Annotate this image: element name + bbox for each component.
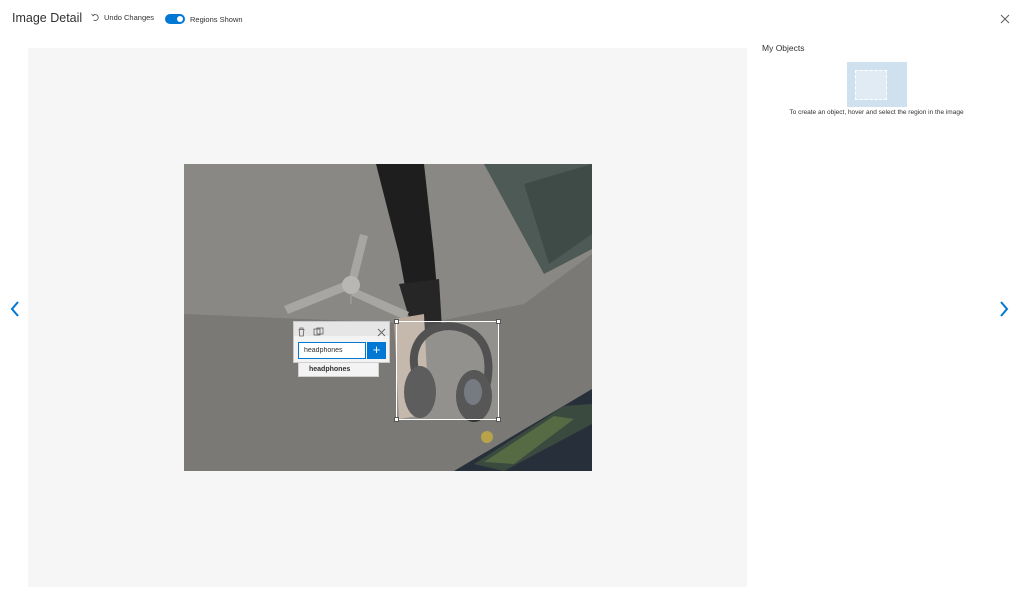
photo-scene	[184, 164, 592, 471]
close-icon[interactable]	[377, 324, 386, 342]
chevron-left-icon	[10, 301, 19, 317]
region-tag-panel: +	[293, 321, 390, 363]
close-button[interactable]	[1000, 11, 1010, 29]
object-placeholder-illustration	[847, 62, 907, 107]
resize-handle-bottom-right[interactable]	[496, 417, 501, 422]
close-icon	[1000, 14, 1010, 24]
region-bounding-box[interactable]	[394, 319, 501, 422]
undo-label: Undo Changes	[104, 13, 155, 22]
header-bar: Image Detail Undo Changes Regions Shown	[0, 0, 1019, 40]
previous-image-button[interactable]	[9, 300, 21, 323]
tag-suggestion-item[interactable]: headphones	[298, 362, 379, 377]
next-image-button[interactable]	[998, 300, 1010, 323]
add-tag-button[interactable]: +	[367, 342, 386, 359]
tag-panel-toolbar	[294, 322, 389, 337]
undo-changes-button[interactable]: Undo Changes	[91, 13, 154, 22]
resize-handle-top-right[interactable]	[496, 319, 501, 324]
copy-tag-icon[interactable]	[313, 324, 324, 342]
resize-handle-top-left[interactable]	[394, 319, 399, 324]
my-objects-hint: To create an object, hover and select th…	[789, 109, 964, 116]
chevron-right-icon	[1000, 301, 1009, 317]
tag-input[interactable]	[298, 342, 366, 359]
page-title: Image Detail	[12, 11, 83, 25]
resize-handle-bottom-left[interactable]	[394, 417, 399, 422]
my-objects-title: My Objects	[762, 43, 805, 53]
dashed-region-icon	[855, 70, 887, 100]
toggle-knob	[177, 16, 183, 22]
trash-icon[interactable]	[297, 324, 306, 342]
regions-shown-label: Regions Shown	[190, 15, 243, 24]
regions-shown-toggle[interactable]	[165, 14, 185, 24]
undo-icon	[91, 13, 99, 21]
image-preview[interactable]	[184, 164, 592, 471]
